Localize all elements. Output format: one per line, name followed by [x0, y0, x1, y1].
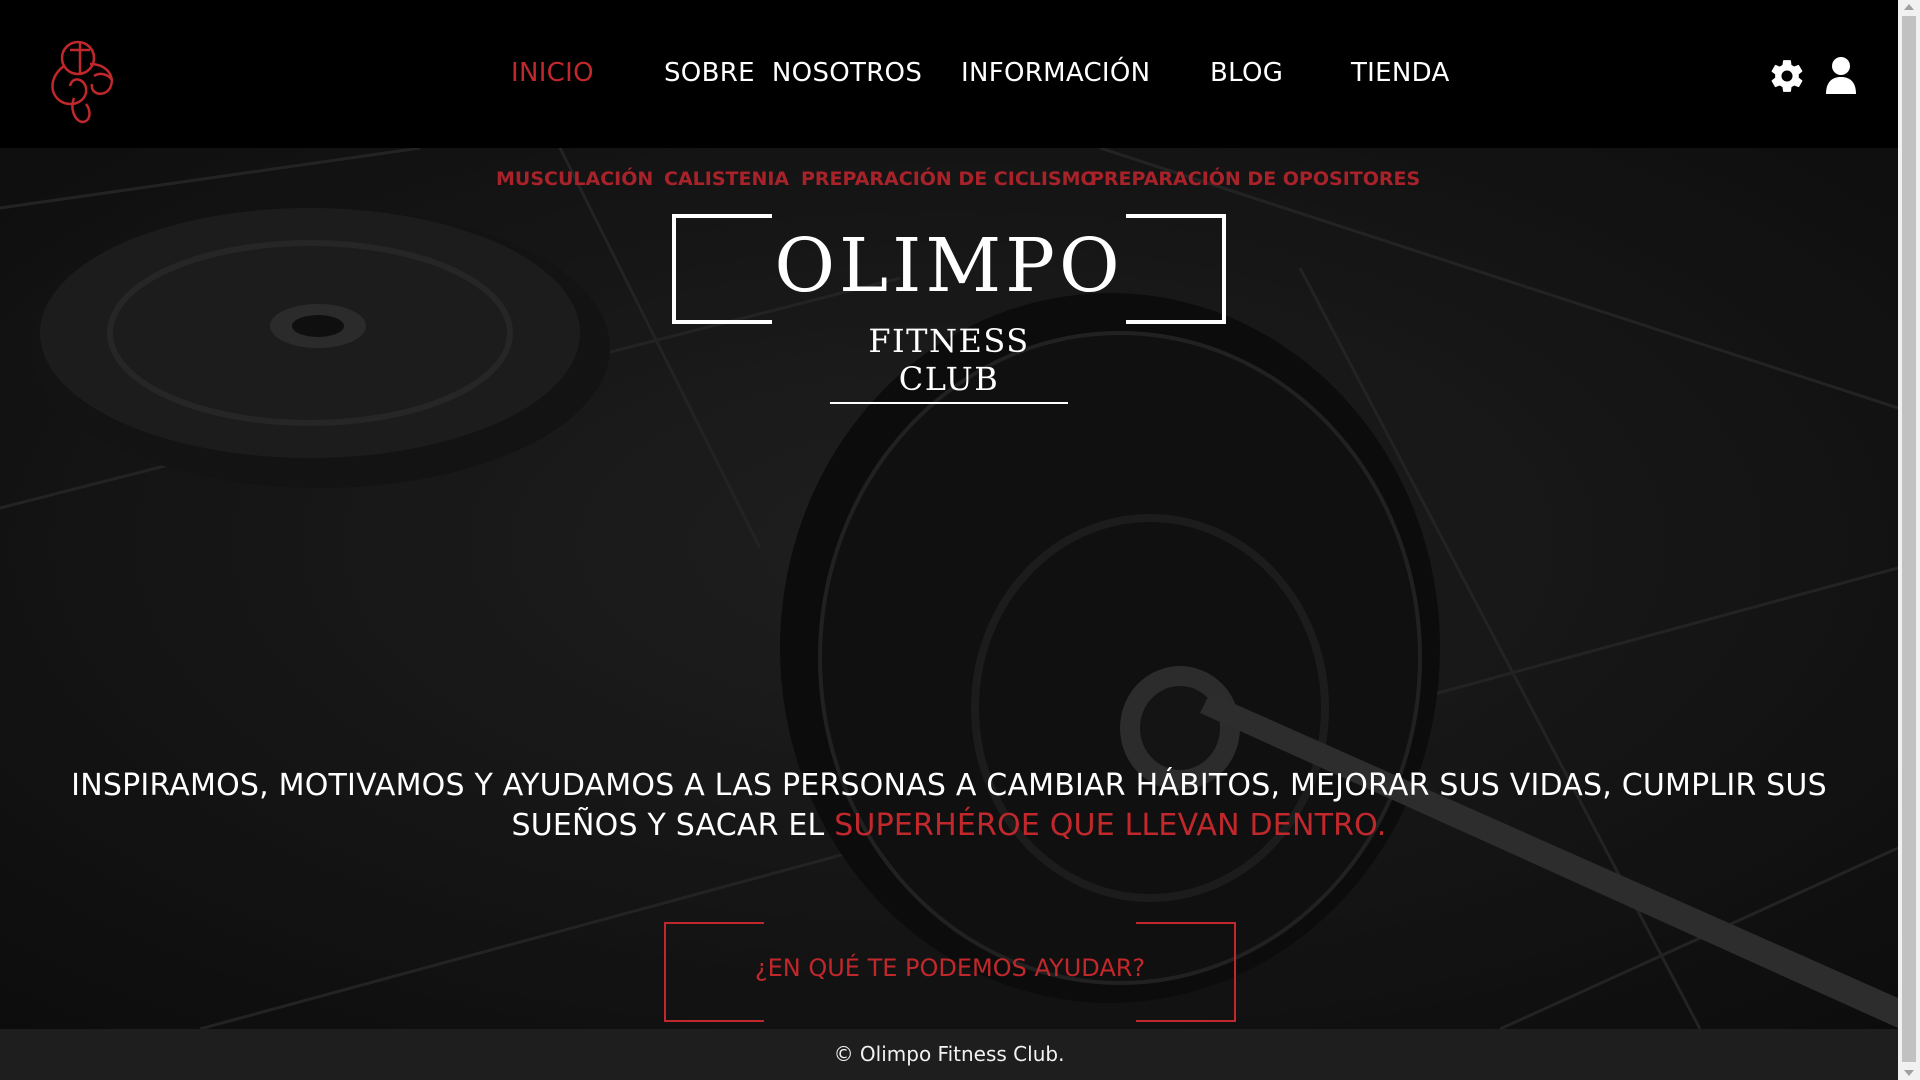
scroll-down-arrow[interactable]	[1904, 1070, 1914, 1076]
scroll-up-arrow[interactable]	[1904, 4, 1914, 10]
category-subnav: MUSCULACIÓN CALISTENIA PREPARACIÓN DE CI…	[0, 168, 1898, 194]
help-cta-button[interactable]: ¿EN QUÉ TE PODEMOS AYUDAR?	[664, 922, 1236, 1022]
hero-tagline: INSPIRAMOS, MOTIVAMOS Y AYUDAMOS A LAS P…	[30, 766, 1868, 846]
scroll-thumb[interactable]	[1902, 16, 1916, 1062]
tagline-highlight: SUPERHÉROE QUE LLEVAN DENTRO.	[834, 808, 1387, 843]
help-cta-label: ¿EN QUÉ TE PODEMOS AYUDAR?	[754, 954, 1146, 982]
footer: © Olimpo Fitness Club.	[0, 1029, 1898, 1080]
subnav-item-preparacion-ciclismo[interactable]: PREPARACIÓN DE CICLISMO	[801, 168, 1097, 190]
subnav-item-preparacion-opositores[interactable]: PREPARACIÓN DE OPOSITORES	[1090, 168, 1420, 190]
nav-item-sobre-nosotros[interactable]: SOBRE NOSOTROS	[664, 58, 922, 88]
subnav-item-calistenia[interactable]: CALISTENIA	[664, 168, 789, 190]
nav-item-blog[interactable]: BLOG	[1210, 58, 1283, 88]
user-icon[interactable]	[1824, 56, 1862, 96]
gear-icon[interactable]	[1768, 56, 1806, 96]
nav-item-tienda[interactable]: TIENDA	[1351, 58, 1450, 88]
page-scrollbar[interactable]	[1898, 0, 1920, 1080]
brand-subtitle: FITNESS CLUB	[830, 322, 1068, 404]
main-nav: INICIO SOBRE NOSOTROS INFORMACIÓN BLOG T…	[0, 58, 1898, 94]
nav-item-informacion[interactable]: INFORMACIÓN	[961, 58, 1150, 88]
brand-title: OLIMPO	[774, 223, 1124, 309]
top-navbar: INICIO SOBRE NOSOTROS INFORMACIÓN BLOG T…	[0, 0, 1898, 148]
nav-item-inicio[interactable]: INICIO	[511, 58, 594, 88]
footer-copyright: © Olimpo Fitness Club.	[833, 1042, 1065, 1066]
subnav-item-musculacion[interactable]: MUSCULACIÓN	[496, 168, 653, 190]
